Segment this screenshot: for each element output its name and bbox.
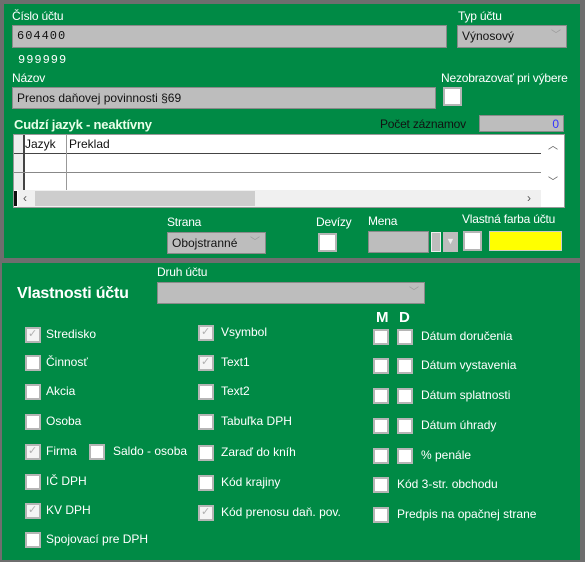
horizontal-scrollbar[interactable]: ‹ › [14,190,541,207]
column-separator [66,135,67,190]
checkbox-col1-5[interactable] [25,474,41,490]
account-kind-label: Druh účtu [157,265,208,279]
saldo-label: Saldo - osoba [113,444,188,458]
properties-title: Vlastnosti účtu [17,285,129,302]
checkbox-col3s-1[interactable] [373,507,389,523]
label-col3s-1: Predpis na opačnej strane [397,507,537,521]
label-col2-5: Kód krajiny [221,475,281,489]
hide-checkbox[interactable] [443,87,462,106]
d-checkbox-2[interactable] [397,388,413,404]
m-header: M [376,309,389,326]
row-indicator-column [14,135,25,190]
label-col1-5: IČ DPH [46,474,87,488]
column-header-jazyk[interactable]: Jazyk [25,137,56,151]
label-col3-0: Dátum doručenia [421,329,513,343]
label-col3-4: % penále [421,448,472,462]
label-col2-2: Text2 [221,384,250,398]
checkbox-col3s-0[interactable] [373,477,389,493]
label-col2-3: Tabuľka DPH [221,414,292,428]
checkbox-col2-1[interactable] [198,355,214,371]
m-checkbox-1[interactable] [373,358,389,374]
translation-grid[interactable]: Jazyk Preklad ︿ ﹀ ‹ › [13,134,565,208]
checkbox-col1-6[interactable] [25,503,41,519]
checkbox-col2-6[interactable] [198,505,214,521]
currency-input[interactable] [368,231,429,253]
checkbox-col1-3[interactable] [25,414,41,430]
account-name-input[interactable]: Prenos daňovej povinnosti §69 [12,87,436,109]
label-col1-3: Osoba [46,414,82,428]
d-checkbox-1[interactable] [397,358,413,374]
foreign-language-title: Cudzí jazyk - neaktívny [14,117,152,132]
m-checkbox-2[interactable] [373,388,389,404]
label-col3s-0: Kód 3-str. obchodu [397,477,498,491]
scroll-left-icon[interactable]: ‹ [23,191,27,205]
d-checkbox-0[interactable] [397,329,413,345]
record-count-value: 0 [479,115,564,132]
chevron-down-icon: ﹀ [551,30,561,41]
scroll-down-icon[interactable]: ﹀ [548,173,558,188]
account-name-label: Názov [12,71,46,85]
checkbox-col2-3[interactable] [198,414,214,430]
account-number-label: Číslo účtu [12,9,64,23]
row-separator [14,172,541,173]
account-type-value: Výnosový [462,29,515,43]
label-col1-1: Činnosť [46,355,88,369]
d-checkbox-3[interactable] [397,418,413,434]
currency-dropdown[interactable]: ▼ [443,232,458,252]
scroll-thumb[interactable] [35,191,255,206]
currency-flag-checkbox[interactable] [318,233,337,252]
d-checkbox-4[interactable] [397,448,413,464]
label-col1-7: Spojovací pre DPH [46,532,149,546]
label-col1-2: Akcia [46,384,76,398]
label-col1-6: KV DPH [46,503,91,517]
label-col3-2: Dátum splatnosti [421,388,511,402]
currency-label: Mena [368,214,398,228]
d-header: D [399,309,410,326]
label-col3-3: Dátum úhrady [421,418,497,432]
side-label: Strana [167,215,202,229]
account-type-select[interactable]: Výnosový ﹀ [457,25,567,48]
header-separator [14,153,541,154]
checkbox-col1-0[interactable] [25,327,41,343]
chevron-down-icon: ﹀ [409,287,419,298]
chevron-down-icon: ﹀ [250,237,260,248]
saldo-checkbox[interactable] [89,444,105,460]
currency-spinner[interactable] [431,232,441,252]
m-checkbox-4[interactable] [373,448,389,464]
row-marker [14,191,17,206]
column-header-preklad[interactable]: Preklad [69,137,110,151]
scroll-right-icon[interactable]: › [527,191,531,205]
m-checkbox-0[interactable] [373,329,389,345]
checkbox-col1-4[interactable] [25,444,41,460]
scroll-up-icon[interactable]: ︿ [548,137,558,152]
checkbox-col2-5[interactable] [198,475,214,491]
record-count-label: Počet záznamov [380,117,466,131]
vertical-scrollbar[interactable]: ︿ ﹀ [541,135,564,190]
label-col2-4: Zaraď do kníh [221,445,296,459]
checkbox-col1-1[interactable] [25,355,41,371]
account-color-checkbox[interactable] [463,231,482,251]
checkbox-col2-2[interactable] [198,384,214,400]
checkbox-col2-4[interactable] [198,445,214,461]
hide-label: Nezobrazovať pri výbere [441,71,568,85]
checkbox-col1-2[interactable] [25,384,41,400]
account-number-input[interactable]: 604400 [12,25,447,48]
m-checkbox-3[interactable] [373,418,389,434]
currency-flag-label: Devízy [316,215,352,229]
label-col2-6: Kód prenosu daň. pov. [221,505,341,519]
side-select[interactable]: Obojstranné ﹀ [167,232,266,254]
label-col2-1: Text1 [221,355,250,369]
account-sub-value: 999999 [18,53,68,67]
account-color-swatch[interactable] [489,231,562,251]
account-type-label: Typ účtu [458,9,502,23]
checkbox-col2-0[interactable] [198,325,214,341]
label-col1-4: Firma [46,444,77,458]
label-col1-0: Stredisko [46,327,97,341]
checkbox-col1-7[interactable] [25,532,41,548]
account-kind-select[interactable]: ﹀ [157,282,425,304]
label-col3-1: Dátum vystavenia [421,358,517,372]
label-col2-0: Vsymbol [221,325,268,339]
account-color-label: Vlastná farba účtu [462,212,556,226]
side-value: Obojstranné [172,236,238,250]
